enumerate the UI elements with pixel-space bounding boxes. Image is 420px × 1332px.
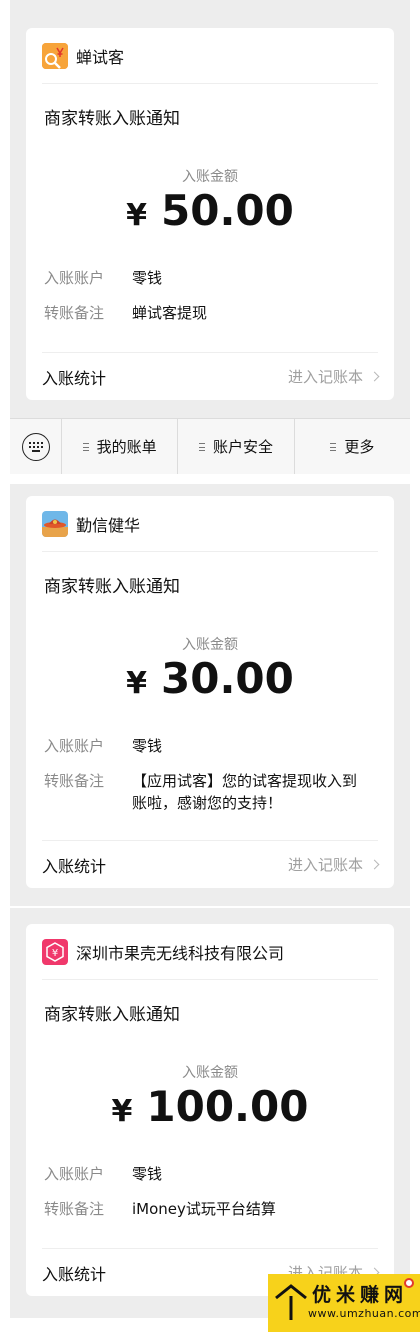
currency-symbol: ¥: [111, 1094, 133, 1129]
menu-item-label: 账户安全: [212, 438, 273, 456]
notification-card-3: ¥ 深圳市果壳无线科技有限公司 商家转账入账通知 入账金额 ¥100.00 入账…: [26, 924, 394, 1296]
remark-row: 转账备注 蝉试客提现: [44, 302, 378, 324]
merchant-logo-icon: [42, 510, 68, 537]
amount-number: 100.00: [146, 1082, 309, 1131]
svg-text:¥: ¥: [52, 948, 58, 959]
menu-account-security[interactable]: 账户安全: [178, 419, 295, 474]
ledger-footer[interactable]: 入账统计 进入记账本: [42, 840, 380, 888]
account-label: 入账账户: [44, 269, 105, 287]
menu-item-label: 更多: [344, 438, 375, 456]
notification-card-2: 勤信健华 商家转账入账通知 入账金额 ¥30.00 入账账户 零钱 转账备注 【…: [26, 496, 394, 888]
remark-value: iMoney试玩平台结算: [132, 1200, 276, 1218]
watermark-title: 优米赚网: [312, 1284, 409, 1306]
notice-title: 商家转账入账通知: [44, 109, 180, 129]
chevron-right-icon: [369, 859, 380, 870]
account-value: 零钱: [132, 1165, 163, 1183]
notification-card-1: 蝉试客 商家转账入账通知 入账金额 ¥50.00 入账账户 零钱 转账备注 蝉试…: [26, 28, 394, 400]
keyboard-icon: [21, 432, 50, 461]
remark-value: 【应用试客】您的试客提现收入到 账啦，感谢您的支持！: [132, 770, 357, 814]
merchant-name: 勤信健华: [76, 515, 141, 535]
account-label: 入账账户: [44, 737, 105, 755]
menu-item-label: 我的账单: [96, 438, 157, 456]
currency-symbol: ¥: [126, 666, 147, 701]
merchant-logo-icon: ¥: [42, 938, 68, 965]
account-value: 零钱: [132, 737, 163, 755]
card-header[interactable]: 勤信健华: [42, 496, 378, 552]
ledger-link[interactable]: 进入记账本: [287, 854, 380, 875]
notice-title: 商家转账入账通知: [44, 577, 180, 597]
stats-label: 入账统计: [42, 368, 107, 388]
service-menu-bar: 我的账单 账户安全 更多: [10, 418, 410, 474]
account-row: 入账账户 零钱: [44, 267, 378, 289]
notification-panel-2: 勤信健华 商家转账入账通知 入账金额 ¥30.00 入账账户 零钱 转账备注 【…: [10, 484, 410, 906]
account-value: 零钱: [132, 269, 163, 287]
ledger-link[interactable]: 进入记账本: [287, 366, 380, 387]
notice-title: 商家转账入账通知: [44, 1005, 180, 1025]
watermark-url: www.umzhuan.com: [308, 1307, 420, 1320]
amount-value: ¥30.00: [26, 654, 394, 703]
menu-lines-icon: [330, 442, 337, 451]
stats-label: 入账统计: [42, 856, 107, 876]
stats-label: 入账统计: [42, 1264, 107, 1284]
merchant-name: 深圳市果壳无线科技有限公司: [76, 943, 285, 963]
account-row: 入账账户 零钱: [44, 735, 378, 757]
amount-number: 30.00: [161, 654, 294, 703]
ledger-footer[interactable]: 入账统计 进入记账本: [42, 352, 380, 400]
chevron-right-icon: [369, 371, 380, 382]
notification-panel-3: ¥ 深圳市果壳无线科技有限公司 商家转账入账通知 入账金额 ¥100.00 入账…: [10, 908, 410, 1318]
amount-label: 入账金额: [182, 637, 238, 653]
account-row: 入账账户 零钱: [44, 1163, 378, 1185]
remark-label: 转账备注: [44, 772, 105, 790]
currency-symbol: ¥: [126, 198, 147, 233]
house-roof-icon: [275, 1284, 307, 1320]
amount-number: 50.00: [161, 186, 294, 235]
card-header[interactable]: 蝉试客: [42, 28, 378, 84]
remark-line-2: 账啦，感谢您的支持！: [132, 794, 283, 812]
amount-value: ¥100.00: [26, 1082, 394, 1131]
watermark-badge: 优米赚网 www.umzhuan.com: [268, 1274, 420, 1332]
ledger-link-text: 进入记账本: [287, 856, 363, 874]
remark-value: 蝉试客提现: [132, 304, 208, 322]
menu-my-bills[interactable]: 我的账单: [62, 419, 179, 474]
remark-label: 转账备注: [44, 1200, 105, 1218]
menu-lines-icon: [198, 442, 205, 451]
remark-row: 转账备注 iMoney试玩平台结算: [44, 1198, 378, 1220]
remark-label: 转账备注: [44, 304, 105, 322]
keyboard-toggle-button[interactable]: [10, 419, 62, 474]
card-header[interactable]: ¥ 深圳市果壳无线科技有限公司: [42, 924, 378, 980]
account-label: 入账账户: [44, 1165, 105, 1183]
amount-label: 入账金额: [182, 1065, 238, 1081]
merchant-logo-icon: [42, 42, 68, 69]
remark-row: 转账备注 【应用试客】您的试客提现收入到 账啦，感谢您的支持！: [44, 770, 378, 814]
merchant-name: 蝉试客: [76, 47, 125, 67]
notification-panel-1: 蝉试客 商家转账入账通知 入账金额 ¥50.00 入账账户 零钱 转账备注 蝉试…: [10, 0, 410, 418]
menu-more[interactable]: 更多: [295, 419, 410, 474]
remark-line-1: 【应用试客】您的试客提现收入到: [132, 772, 358, 790]
amount-value: ¥50.00: [26, 186, 394, 235]
menu-lines-icon: [82, 442, 89, 451]
ledger-link-text: 进入记账本: [287, 368, 363, 386]
amount-label: 入账金额: [182, 169, 238, 185]
watermark-dot-icon: [404, 1278, 414, 1288]
